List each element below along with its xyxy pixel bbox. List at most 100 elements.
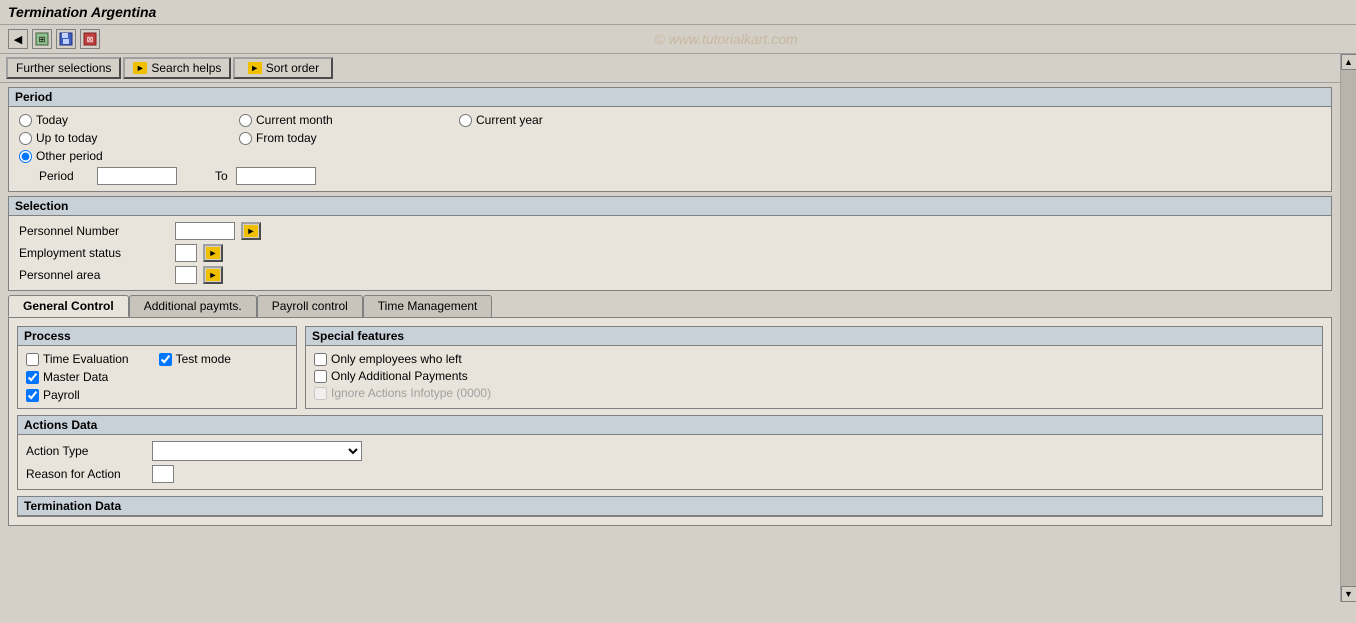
arrow-icon-3: ► xyxy=(206,269,220,281)
actions-data-section: Actions Data Action Type Reason for Acti… xyxy=(17,415,1323,490)
tab-container: General Control Additional paymts. Payro… xyxy=(8,295,1332,526)
ignore-actions-infotype-checkbox xyxy=(314,387,327,400)
other-period-option: Other period xyxy=(19,149,1321,163)
reason-for-action-row: Reason for Action xyxy=(26,465,1314,483)
payroll-label: Payroll xyxy=(43,388,80,402)
only-employees-who-left-label: Only employees who left xyxy=(331,352,462,366)
master-data-item: Master Data xyxy=(26,370,129,384)
action-type-row: Action Type xyxy=(26,441,1314,461)
time-evaluation-label: Time Evaluation xyxy=(43,352,129,366)
today-option: Today xyxy=(19,113,179,127)
up-to-today-radio[interactable] xyxy=(19,132,32,145)
up-to-today-option: Up to today xyxy=(19,131,179,145)
test-mode-label: Test mode xyxy=(176,352,231,366)
reason-for-action-input[interactable] xyxy=(152,465,174,483)
only-additional-payments-label: Only Additional Payments xyxy=(331,369,468,383)
payroll-item: Payroll xyxy=(26,388,129,402)
only-employees-who-left-checkbox[interactable] xyxy=(314,353,327,366)
current-year-radio[interactable] xyxy=(459,114,472,127)
current-year-option: Current year xyxy=(459,113,619,127)
tab-additional-paymts[interactable]: Additional paymts. xyxy=(129,295,257,317)
personnel-number-row: Personnel Number ► xyxy=(19,222,1321,240)
other-period-label: Other period xyxy=(36,149,103,163)
action-type-dropdown[interactable] xyxy=(152,441,362,461)
process-title: Process xyxy=(18,327,296,346)
ignore-actions-infotype-item: Ignore Actions Infotype (0000) xyxy=(314,386,1314,400)
action-type-label: Action Type xyxy=(26,444,146,458)
selection-fields: Personnel Number ► Employment status ► xyxy=(19,222,1321,284)
period-radio-row-1: Today Current month Current year xyxy=(19,113,1321,127)
termination-data-section: Termination Data xyxy=(17,496,1323,517)
window-title: Termination Argentina xyxy=(8,4,156,20)
sort-order-arrow-icon: ► xyxy=(248,62,262,74)
termination-data-title: Termination Data xyxy=(18,497,1322,516)
period-to-input[interactable] xyxy=(236,167,316,185)
ignore-actions-infotype-label: Ignore Actions Infotype (0000) xyxy=(331,386,491,400)
employment-status-row: Employment status ► xyxy=(19,244,1321,262)
find-icon[interactable]: ⊠ xyxy=(80,29,100,49)
only-additional-payments-checkbox[interactable] xyxy=(314,370,327,383)
period-radio-row-2: Up to today From today xyxy=(19,131,1321,145)
only-additional-payments-item: Only Additional Payments xyxy=(314,369,1314,383)
svg-text:⊠: ⊠ xyxy=(87,35,94,44)
from-today-radio[interactable] xyxy=(239,132,252,145)
period-field-label: Period xyxy=(39,169,89,183)
scroll-track[interactable] xyxy=(1341,70,1356,586)
sort-order-btn[interactable]: ► Sort order xyxy=(233,57,333,79)
period-section-title: Period xyxy=(9,88,1331,107)
special-features-section: Special features Only employees who left… xyxy=(305,326,1323,409)
search-helps-btn[interactable]: ► Search helps xyxy=(123,57,231,79)
test-mode-item: Test mode xyxy=(159,352,231,366)
personnel-area-label: Personnel area xyxy=(19,268,169,282)
arrow-icon-2: ► xyxy=(206,247,220,259)
current-month-radio[interactable] xyxy=(239,114,252,127)
main-content: Further selections ► Search helps ► Sort… xyxy=(0,54,1356,602)
selection-section: Selection Personnel Number ► Employment … xyxy=(8,196,1332,291)
scroll-up-arrow[interactable]: ▲ xyxy=(1341,54,1356,70)
tab-payroll-control[interactable]: Payroll control xyxy=(257,295,363,317)
top-nav-bar: Further selections ► Search helps ► Sort… xyxy=(0,54,1340,83)
other-period-radio[interactable] xyxy=(19,150,32,163)
personnel-area-arrow-btn[interactable]: ► xyxy=(203,266,223,284)
employment-status-input[interactable] xyxy=(175,244,197,262)
svg-text:⊞: ⊞ xyxy=(39,35,46,44)
test-mode-checkbox[interactable] xyxy=(159,353,172,366)
tab-bar: General Control Additional paymts. Payro… xyxy=(8,295,1332,317)
employment-status-label: Employment status xyxy=(19,246,169,260)
payroll-checkbox[interactable] xyxy=(26,389,39,402)
tab-general-control[interactable]: General Control xyxy=(8,295,129,317)
tab-time-management[interactable]: Time Management xyxy=(363,295,493,317)
content-area: Further selections ► Search helps ► Sort… xyxy=(0,54,1340,602)
toolbar: ◀ ⊞ ⊠ © www.tutorialkart.com xyxy=(0,25,1356,54)
arrow-icon: ► xyxy=(244,225,258,237)
up-to-today-label: Up to today xyxy=(36,131,97,145)
save-icon[interactable] xyxy=(56,29,76,49)
back-icon[interactable]: ◀ xyxy=(8,29,28,49)
personnel-number-arrow-btn[interactable]: ► xyxy=(241,222,261,240)
scroll-down-arrow[interactable]: ▼ xyxy=(1341,586,1356,602)
personnel-area-input[interactable] xyxy=(175,266,197,284)
further-selections-btn[interactable]: Further selections xyxy=(6,57,121,79)
only-employees-who-left-item: Only employees who left xyxy=(314,352,1314,366)
current-month-option: Current month xyxy=(239,113,399,127)
time-evaluation-checkbox[interactable] xyxy=(26,353,39,366)
today-label: Today xyxy=(36,113,68,127)
watermark: © www.tutorialkart.com xyxy=(104,31,1348,47)
title-bar: Termination Argentina xyxy=(0,0,1356,25)
master-data-label: Master Data xyxy=(43,370,108,384)
master-data-checkbox[interactable] xyxy=(26,371,39,384)
today-radio[interactable] xyxy=(19,114,32,127)
from-today-label: From today xyxy=(256,131,317,145)
current-month-label: Current month xyxy=(256,113,333,127)
actions-data-title: Actions Data xyxy=(18,416,1322,435)
personnel-number-input[interactable] xyxy=(175,222,235,240)
forward-icon[interactable]: ⊞ xyxy=(32,29,52,49)
employment-status-arrow-btn[interactable]: ► xyxy=(203,244,223,262)
personnel-area-row: Personnel area ► xyxy=(19,266,1321,284)
period-from-input[interactable] xyxy=(97,167,177,185)
process-section: Process Time Evaluation xyxy=(17,326,297,409)
selection-section-title: Selection xyxy=(9,197,1331,216)
vertical-scrollbar: ▲ ▼ xyxy=(1340,54,1356,602)
personnel-number-label: Personnel Number xyxy=(19,224,169,238)
reason-for-action-label: Reason for Action xyxy=(26,467,146,481)
